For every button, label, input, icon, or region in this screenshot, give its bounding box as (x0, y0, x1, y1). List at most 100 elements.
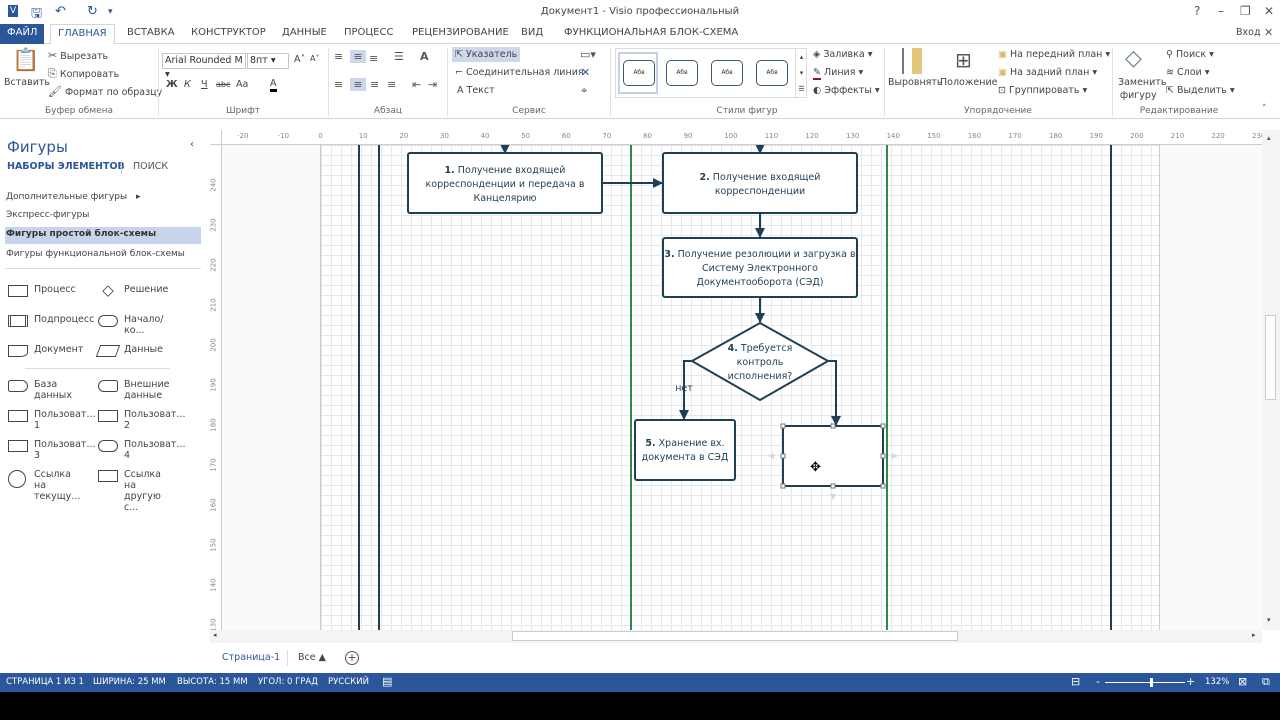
change-shape-button-2[interactable]: фигуру (1120, 90, 1157, 101)
close-tool-icon[interactable]: ✕ (581, 66, 590, 79)
shape-master-custom-1[interactable]: Пользоват... 1 (8, 409, 96, 431)
paste-button[interactable]: Вставить (4, 77, 50, 88)
bring-to-front-button[interactable]: ▣ На передний план ▾ (998, 49, 1110, 60)
scroll-left-icon[interactable]: ◂ (213, 631, 217, 639)
decrease-indent-icon[interactable]: ⇤ (412, 78, 421, 91)
effects-button[interactable]: ◐ Эффекты ▾ (813, 85, 880, 96)
drawing-canvas[interactable]: ✥ 1. Получение входящей корреспонденции и… (222, 145, 1262, 630)
collapse-ribbon-icon[interactable]: ˄ (1262, 104, 1267, 114)
format-painter-button[interactable]: 🖌 Формат по образцу (48, 85, 162, 98)
connection-point-icon[interactable]: ⌖ (581, 84, 587, 98)
layers-button[interactable]: ≋ Слои ▾ (1166, 67, 1210, 78)
italic-button[interactable]: К (184, 79, 191, 90)
page-tab-1[interactable]: Страница-1 (222, 652, 280, 663)
vertical-scrollbar[interactable]: ▴ ▾ (1262, 130, 1280, 630)
macro-record-icon[interactable]: ▤ (382, 675, 392, 688)
rectangle-tool-icon[interactable]: ▭▾ (580, 48, 596, 61)
align-middle-icon[interactable]: ≡ (350, 50, 366, 63)
tab-data[interactable]: ДАННЫЕ (275, 24, 334, 44)
style-thumb[interactable]: Абв (756, 60, 788, 86)
align-right-icon[interactable]: ≡ (370, 78, 379, 91)
underline-button[interactable]: Ч (201, 79, 208, 90)
status-language[interactable]: РУССКИЙ (328, 677, 369, 687)
close-button[interactable]: ✕ (1264, 4, 1274, 18)
tab-file[interactable]: ФАЙЛ (0, 24, 44, 44)
tab-home[interactable]: ГЛАВНАЯ (50, 24, 115, 45)
paste-icon[interactable]: 📋 (12, 48, 39, 73)
find-button[interactable]: ⚲ Поиск ▾ (1166, 49, 1214, 60)
tab-search[interactable]: ПОИСК (133, 161, 168, 172)
zoom-slider-thumb[interactable] (1150, 678, 1154, 687)
text-direction-icon[interactable]: A (420, 50, 429, 63)
shape-master-custom-3[interactable]: Пользоват... 3 (8, 439, 96, 461)
shape-master-external-data[interactable]: Внешние данные (98, 379, 170, 401)
text-tool-button[interactable]: A Текст (457, 85, 495, 96)
tab-stencils[interactable]: НАБОРЫ ЭЛЕМЕНТОВ (7, 161, 125, 172)
scroll-right-icon[interactable]: ▸ (1252, 631, 1256, 639)
shape-master-custom-4[interactable]: Пользоват... 4 (98, 439, 186, 461)
change-case-button[interactable]: Аа (236, 79, 248, 90)
zoom-out-icon[interactable]: - (1096, 675, 1100, 688)
align-icon[interactable] (902, 48, 922, 74)
presentation-mode-icon[interactable]: ⊟ (1071, 675, 1080, 688)
horizontal-scroll-thumb[interactable] (512, 631, 958, 641)
tab-process[interactable]: ПРОЦЕСС (337, 24, 400, 44)
align-button[interactable]: Выровнять (888, 77, 943, 88)
style-thumb[interactable]: Абв (666, 60, 698, 86)
strikethrough-button[interactable]: abc (216, 80, 230, 89)
tab-review[interactable]: РЕЦЕНЗИРОВАНИЕ (405, 24, 516, 44)
select-button[interactable]: ⇱ Выделить ▾ (1166, 85, 1235, 96)
align-top-icon[interactable]: ≡ (334, 50, 343, 63)
shape-master-process[interactable]: Процесс (8, 284, 76, 297)
align-center-icon[interactable]: ≡ (350, 78, 366, 91)
shape-master-document[interactable]: Документ (8, 344, 83, 357)
gallery-scroll[interactable]: ▴ ▾ ☰ (795, 49, 807, 97)
cut-button[interactable]: ✂ Вырезать (48, 49, 108, 62)
change-shape-button[interactable]: Заменить (1118, 77, 1166, 88)
font-color-button[interactable]: A (270, 78, 277, 92)
stencil-quick-shapes[interactable]: Экспресс-фигуры (6, 210, 89, 220)
style-thumb[interactable]: Абв (711, 60, 743, 86)
selected-empty-shape[interactable] (782, 425, 884, 487)
tab-view[interactable]: ВИД (514, 24, 550, 44)
font-size-select[interactable]: 8пт ▾ (247, 53, 289, 69)
all-pages-button[interactable]: Все ▲ (298, 652, 326, 663)
tab-cross-functional[interactable]: ФУНКЦИОНАЛЬНАЯ БЛОК-СХЕМА (557, 24, 745, 44)
shape-master-decision[interactable]: ◇ Решение (98, 283, 168, 298)
scroll-up-icon[interactable]: ▴ (1267, 134, 1271, 142)
shape-master-data[interactable]: Данные (95, 344, 163, 357)
shape-master-custom-2[interactable]: Пользоват... 2 (98, 409, 186, 431)
help-button[interactable]: ? (1194, 4, 1200, 18)
zoom-level[interactable]: 132% (1205, 677, 1229, 687)
sign-in-link[interactable]: Вход (1236, 27, 1261, 38)
stencil-more-shapes[interactable]: Дополнительные фигуры ▸ (6, 192, 140, 202)
align-bottom-icon[interactable]: ≡ (369, 52, 378, 65)
tab-insert[interactable]: ВСТАВКА (120, 24, 182, 44)
align-left-icon[interactable]: ≡ (334, 78, 343, 91)
connector-yes[interactable] (828, 360, 841, 426)
fit-page-icon[interactable]: ⊠ (1238, 675, 1247, 688)
increase-indent-icon[interactable]: ⇥ (428, 78, 437, 91)
style-thumb[interactable]: Абв (623, 60, 655, 86)
justify-icon[interactable]: ≡ (387, 78, 396, 91)
shrink-font-icon[interactable]: A˅ (310, 54, 319, 63)
line-button[interactable]: ✎ Линия ▾ (813, 67, 863, 80)
vertical-scroll-thumb[interactable] (1265, 315, 1276, 400)
copy-button[interactable]: ⎘ Копировать (48, 67, 119, 81)
minimize-button[interactable]: – (1218, 4, 1224, 18)
close-document-icon[interactable]: ✕ (1264, 26, 1273, 39)
bold-button[interactable]: Ж (166, 79, 178, 90)
status-page[interactable]: СТРАНИЦА 1 ИЗ 1 (6, 677, 84, 687)
fill-button[interactable]: ◈ Заливка ▾ (813, 49, 872, 60)
font-family-select[interactable]: Arial Rounded M ▾ (162, 53, 246, 80)
horizontal-scrollbar[interactable]: ◂ ▸ (210, 630, 1262, 643)
connector-tool-button[interactable]: ⌐ Соединительная линия (455, 67, 584, 78)
shape-master-database[interactable]: База данных (8, 379, 72, 401)
zoom-slider[interactable] (1105, 682, 1185, 683)
bullets-icon[interactable]: ☰ (394, 50, 404, 63)
position-button[interactable]: Положение (940, 77, 997, 88)
restore-button[interactable]: ❐ (1240, 4, 1251, 18)
group-button[interactable]: ⊡ Группировать ▾ (998, 85, 1087, 96)
shape-master-terminator[interactable]: Начало/ко... (98, 314, 163, 336)
send-to-back-button[interactable]: ▣ На задний план ▾ (998, 67, 1097, 78)
